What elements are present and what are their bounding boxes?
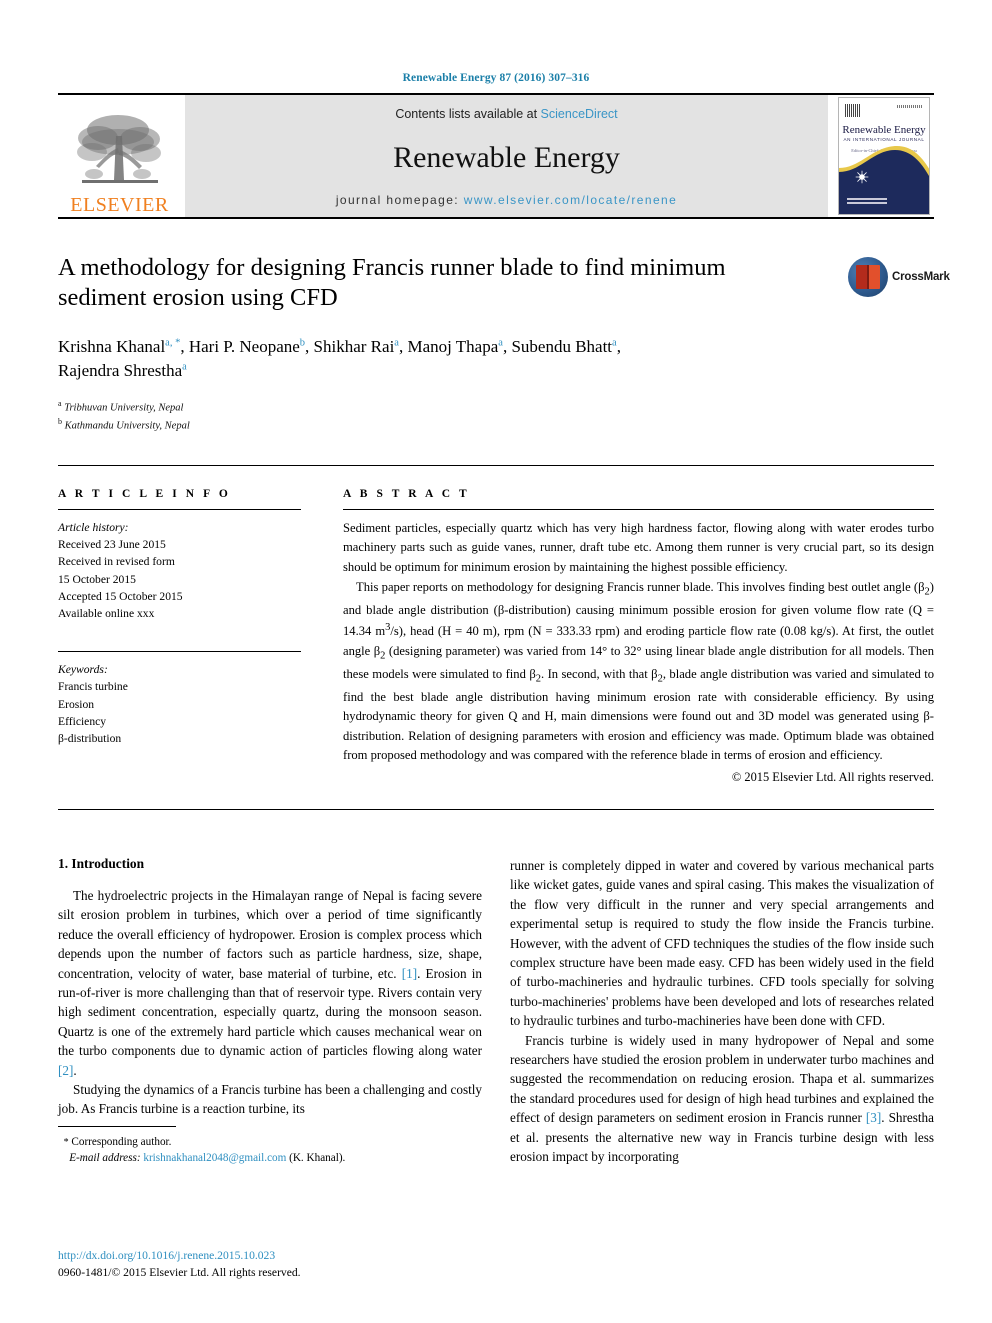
page-title: A methodology for designing Francis runn…: [58, 254, 726, 311]
abstract-paragraph-1: Sediment particles, especially quartz wh…: [343, 520, 934, 574]
cover-emblem-icon: [855, 170, 869, 184]
keywords-block: Keywords: Francis turbine Erosion Effici…: [58, 661, 301, 748]
author-marks-6: a: [182, 361, 187, 373]
footnote-text: * Corresponding author. E-mail address: …: [58, 1134, 482, 1167]
citation-1[interactable]: [1]: [402, 966, 417, 981]
journal-homepage-line: journal homepage: www.elsevier.com/locat…: [336, 193, 677, 207]
journal-title: Renewable Energy: [393, 141, 620, 174]
author-marks-3: a: [394, 337, 399, 349]
journal-masthead: ELSEVIER Contents lists available at Sci…: [58, 95, 934, 217]
abstract-body: Sediment particles, especially quartz wh…: [343, 519, 934, 787]
right-paragraph-2: Francis turbine is widely used in many h…: [510, 1032, 934, 1165]
citation-2[interactable]: [2]: [58, 1063, 73, 1078]
running-head: Renewable Energy 87 (2016) 307–316: [402, 72, 590, 84]
contents-available-line: Contents lists available at ScienceDirec…: [395, 107, 617, 121]
contents-prefix: Contents lists available at: [395, 107, 541, 121]
affiliation-mark-b: b: [58, 417, 62, 427]
affiliation-b: b Kathmandu University, Nepal: [58, 416, 934, 434]
author-name-2[interactable]: Hari P. Neopane: [189, 337, 300, 356]
elsevier-tree-icon: [76, 115, 161, 183]
affiliation-list: a Tribhuvan University, Nepal b Kathmand…: [58, 398, 934, 435]
email-label: E-mail address:: [69, 1152, 141, 1165]
crossmark-circle-icon: [848, 257, 888, 297]
footnote-rule: [58, 1125, 176, 1127]
keywords-label: Keywords:: [58, 662, 108, 676]
homepage-url-link[interactable]: www.elsevier.com/locate/renene: [464, 193, 677, 207]
title-block: A methodology for designing Francis runn…: [58, 219, 950, 435]
cover-image: Renewable Energy AN INTERNATIONAL JOURNA…: [838, 97, 930, 215]
email-owner: (K. Khanal).: [289, 1152, 346, 1165]
affiliation-a: a Tribhuvan University, Nepal: [58, 398, 934, 416]
email-note: E-mail address: krishnakhanal2048@gmail.…: [58, 1150, 482, 1166]
affiliation-mark-a: a: [58, 399, 62, 409]
cover-footer-lines: [847, 198, 887, 206]
corresponding-label: Corresponding author.: [71, 1135, 172, 1148]
author-marks-4: a: [498, 337, 503, 349]
corresponding-marker: *: [63, 1136, 69, 1148]
footnote-block: * Corresponding author. E-mail address: …: [58, 1125, 482, 1167]
author-marks-1: a, *: [165, 337, 181, 349]
info-bottom-rule: [58, 808, 934, 810]
left-paragraph-2: Studying the dynamics of a Francis turbi…: [58, 1081, 482, 1117]
crossmark-book-icon: [856, 265, 880, 289]
history-item-4: Available online xxx: [58, 607, 155, 621]
corresponding-author-note: * Corresponding author.: [58, 1134, 482, 1151]
abstract-rule: [343, 508, 934, 510]
masthead-center: Contents lists available at ScienceDirec…: [185, 95, 828, 217]
article-info-heading: A R T I C L E I N F O: [58, 487, 231, 500]
crossmark-badge[interactable]: CrossMark: [848, 251, 950, 303]
keyword-3: β-distribution: [58, 732, 122, 746]
body-columns: 1. Introduction The hydroelectric projec…: [58, 856, 934, 1167]
article-history-label: Article history:: [58, 520, 129, 534]
body-column-left: 1. Introduction The hydroelectric projec…: [58, 856, 482, 1167]
history-item-3: Accepted 15 October 2015: [58, 590, 183, 604]
author-marks-5: a: [612, 337, 617, 349]
left-paragraph-1: The hydroelectric projects in the Himala…: [58, 887, 482, 1078]
author-name-1[interactable]: Krishna Khanal: [58, 337, 165, 356]
section-heading-introduction: 1. Introduction: [58, 855, 145, 871]
history-item-0: Received 23 June 2015: [58, 537, 166, 551]
right-paragraph-1: runner is completely dipped in water and…: [510, 857, 934, 1029]
article-history-block: Article history: Received 23 June 2015 R…: [58, 519, 301, 623]
info-abstract-row: A R T I C L E I N F O Article history: R…: [58, 466, 934, 787]
body-column-right: runner is completely dipped in water and…: [510, 856, 934, 1167]
abstract-heading: A B S T R A C T: [343, 487, 470, 500]
doi-link[interactable]: http://dx.doi.org/10.1016/j.renene.2015.…: [58, 1248, 488, 1264]
article-info-rule: [58, 508, 301, 510]
journal-cover-thumbnail: Renewable Energy AN INTERNATIONAL JOURNA…: [834, 95, 934, 217]
keyword-0: Francis turbine: [58, 680, 128, 694]
cover-topright-mark: [897, 105, 923, 108]
sciencedirect-link[interactable]: ScienceDirect: [541, 107, 618, 121]
abstract-copyright: © 2015 Elsevier Ltd. All rights reserved…: [731, 769, 934, 784]
abstract-paragraph-2: This paper reports on methodology for de…: [343, 580, 935, 763]
homepage-prefix: journal homepage:: [335, 193, 464, 207]
email-link[interactable]: krishnakhanal2048@gmail.com: [143, 1152, 286, 1164]
keyword-1: Erosion: [58, 697, 95, 711]
issn-copyright: 0960-1481/© 2015 Elsevier Ltd. All right…: [58, 1265, 301, 1279]
cover-barcode-icon: [845, 104, 861, 117]
citation-3[interactable]: [3]: [866, 1110, 881, 1125]
author-name-6[interactable]: Rajendra Shrestha: [58, 361, 182, 380]
elsevier-wordmark: ELSEVIER: [70, 194, 169, 216]
affiliation-text-a: Tribhuvan University, Nepal: [64, 402, 184, 414]
author-name-5[interactable]: Subendu Bhatt: [511, 337, 612, 356]
crossmark-label: CrossMark: [892, 271, 950, 283]
keywords-rule: [58, 650, 301, 652]
author-name-4[interactable]: Manoj Thapa: [407, 337, 498, 356]
history-item-1: Received in revised form: [58, 555, 175, 569]
keyword-2: Efficiency: [58, 715, 107, 729]
author-marks-2: b: [299, 337, 306, 349]
paper-page: Renewable Energy 87 (2016) 307–316 ELSEV…: [0, 0, 992, 1323]
page-footer: http://dx.doi.org/10.1016/j.renene.2015.…: [58, 1248, 488, 1281]
history-item-2: 15 October 2015: [58, 572, 136, 586]
elsevier-logo: ELSEVIER: [58, 95, 181, 217]
affiliation-text-b: Kathmandu University, Nepal: [64, 420, 190, 432]
article-info-column: A R T I C L E I N F O Article history: R…: [58, 488, 301, 787]
abstract-column: A B S T R A C T Sediment particles, espe…: [301, 488, 934, 787]
author-list: Krishna Khanala, *, Hari P. Neopaneb, Sh…: [58, 336, 621, 381]
author-name-3[interactable]: Shikhar Rai: [314, 337, 395, 356]
cover-title: Renewable Energy: [842, 124, 926, 136]
